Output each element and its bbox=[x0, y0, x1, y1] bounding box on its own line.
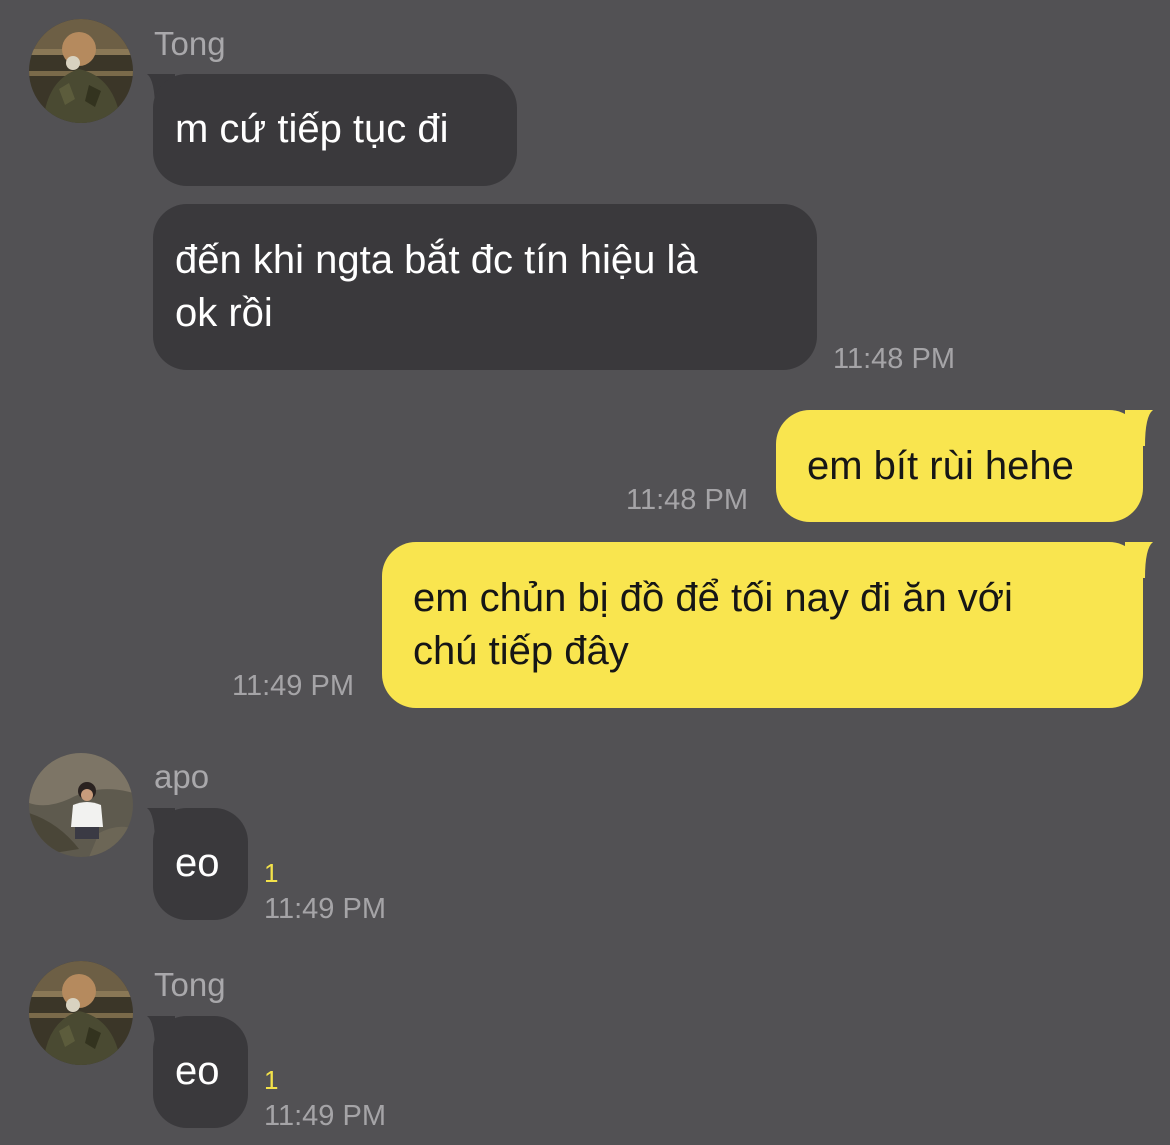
message-text: em bít rùi hehe bbox=[807, 444, 1074, 488]
avatar-tong[interactable] bbox=[29, 961, 133, 1065]
bubble-tail bbox=[1125, 542, 1153, 578]
bubble-tail bbox=[1125, 410, 1153, 446]
message-bubble[interactable]: eo bbox=[153, 808, 248, 920]
message-bubble[interactable]: em bít rùi hehe bbox=[776, 410, 1143, 522]
message-text: eo bbox=[175, 841, 220, 885]
message-bubble[interactable]: eo bbox=[153, 1016, 248, 1128]
message-text: eo bbox=[175, 1049, 220, 1093]
unread-count-badge: 1 bbox=[264, 1065, 279, 1095]
avatar-apo[interactable] bbox=[29, 753, 133, 857]
unread-count-badge: 1 bbox=[264, 858, 279, 888]
message-text: m cứ tiếp tục đi bbox=[175, 107, 449, 151]
message-timestamp: 11:49 PM bbox=[264, 893, 386, 925]
message-text-line: ok rồi bbox=[175, 291, 273, 335]
sender-name: Tong bbox=[154, 25, 226, 62]
message-timestamp: 11:49 PM bbox=[232, 670, 354, 702]
message-timestamp: 11:49 PM bbox=[264, 1100, 386, 1132]
message-bubble[interactable]: m cứ tiếp tục đi bbox=[153, 74, 517, 186]
message-text-line: chú tiếp đây bbox=[413, 629, 629, 673]
avatar-tong[interactable] bbox=[29, 19, 133, 123]
sender-name: apo bbox=[154, 758, 210, 795]
sender-name: Tong bbox=[154, 966, 226, 1003]
message-text-line: đến khi ngta bắt đc tín hiệu là bbox=[175, 238, 698, 282]
message-bubble[interactable]: đến khi ngta bắt đc tín hiệu là ok rồi bbox=[153, 204, 817, 370]
message-timestamp: 11:48 PM bbox=[626, 484, 748, 516]
message-timestamp: 11:48 PM bbox=[833, 343, 955, 375]
message-bubble[interactable]: em chủn bị đồ để tối nay đi ăn với chú t… bbox=[382, 542, 1143, 708]
message-text-line: em chủn bị đồ để tối nay đi ăn với bbox=[413, 576, 1013, 620]
